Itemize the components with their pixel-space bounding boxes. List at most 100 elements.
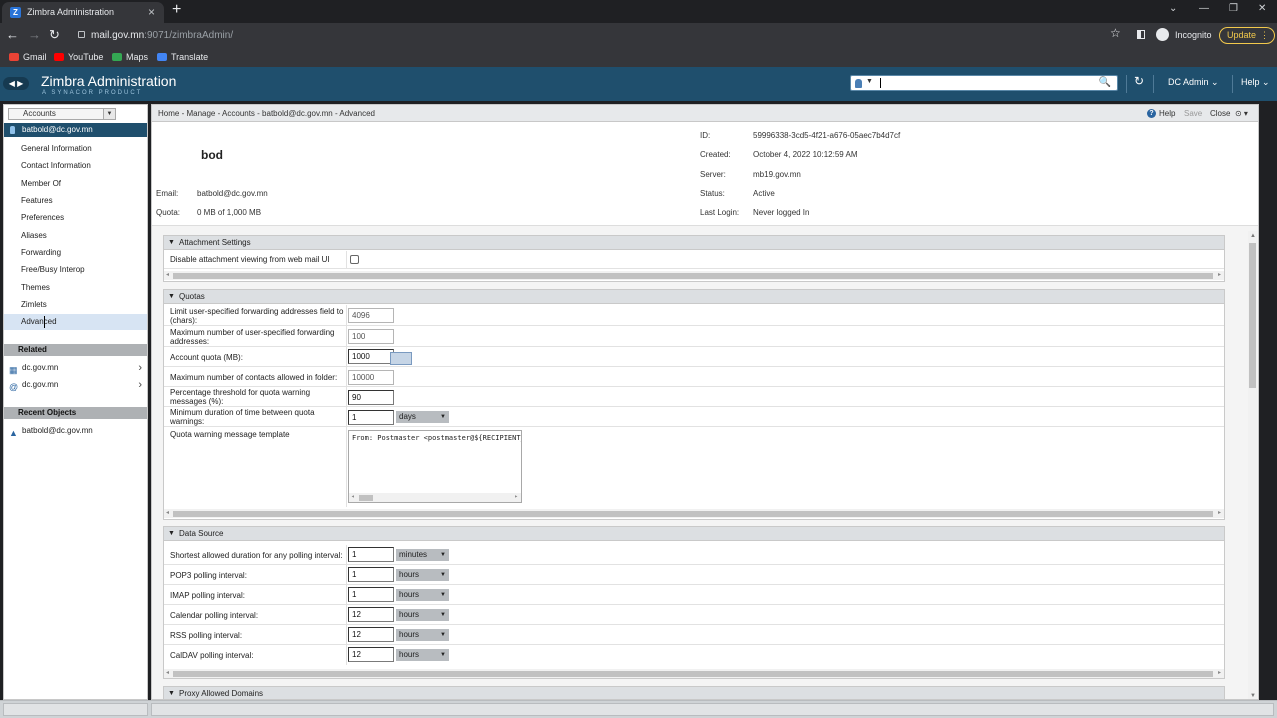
group-title: Quotas — [179, 292, 205, 301]
scroll-right-icon[interactable]: ▸ — [1218, 509, 1221, 516]
form-row: Account quota (MB): 1000 — [164, 347, 1224, 367]
max-contacts-input[interactable]: 10000 — [348, 370, 394, 385]
nav-member-of[interactable]: Member Of — [4, 176, 147, 192]
scrollbar-thumb[interactable] — [173, 671, 1213, 677]
scrollbar-thumb[interactable] — [359, 495, 373, 501]
help-menu[interactable]: Help ⌄ — [1241, 77, 1270, 88]
quota-warning-pct-input[interactable]: 90 — [348, 390, 394, 405]
nav-free-busy-interop[interactable]: Free/Busy Interop — [4, 262, 147, 278]
scrollbar-thumb[interactable] — [1249, 243, 1256, 388]
nav-general-information[interactable]: General Information — [4, 141, 147, 157]
bookmark-gmail[interactable]: Gmail — [9, 52, 47, 62]
rss-polling-input[interactable]: 12 — [348, 627, 394, 642]
new-tab-button[interactable]: + — [172, 1, 181, 19]
scroll-left-icon[interactable]: ◂ — [351, 493, 355, 500]
max-contacts-label: Maximum number of contacts allowed in fo… — [170, 373, 338, 382]
breadcrumb[interactable]: Home - Manage - Accounts - batbold@dc.go… — [158, 109, 375, 118]
nav-zimlets[interactable]: Zimlets — [4, 297, 147, 313]
pop3-polling-input[interactable]: 1 — [348, 567, 394, 582]
nav-forwarding[interactable]: Forwarding — [4, 245, 147, 261]
horizontal-scrollbar[interactable]: ◂ ▸ — [164, 669, 1224, 678]
nav-arrows-icon[interactable]: ◀ ▶ — [3, 77, 29, 90]
user-menu[interactable]: DC Admin ⌄ — [1168, 77, 1219, 88]
bookmark-youtube[interactable]: YouTube — [54, 52, 103, 62]
url-field[interactable]: mail.gov.mn:9071/zimbraAdmin/ — [72, 27, 1132, 44]
quotas-header[interactable]: ▼ Quotas — [164, 290, 1224, 304]
caldav-polling-unit-select[interactable]: hours ▼ — [396, 649, 449, 661]
attachment-settings-header[interactable]: ▼ Attachment Settings — [164, 236, 1224, 250]
forward-icon[interactable]: → — [28, 27, 41, 42]
calendar-polling-unit-select[interactable]: hours ▼ — [396, 609, 449, 621]
browser-tab[interactable]: Z Zimbra Administration × — [2, 2, 164, 23]
update-button[interactable]: Update ⋮ — [1219, 27, 1275, 44]
tab-close-icon[interactable]: × — [148, 5, 155, 19]
imap-polling-unit-select[interactable]: hours ▼ — [396, 589, 449, 601]
bookmark-translate[interactable]: Translate — [157, 52, 208, 62]
tab-search-icon[interactable]: ⌄ — [1169, 3, 1177, 14]
current-account[interactable]: batbold@dc.gov.mn — [4, 123, 147, 137]
search-icon[interactable]: 🔍 — [1099, 77, 1111, 88]
help-icon[interactable]: ? — [1147, 109, 1156, 118]
bookmark-maps[interactable]: Maps — [112, 52, 148, 62]
scroll-right-icon[interactable]: ▸ — [514, 493, 518, 500]
back-icon[interactable]: ← — [6, 27, 19, 42]
calendar-polling-input[interactable]: 12 — [348, 607, 394, 622]
minimize-icon[interactable]: — — [1199, 3, 1209, 14]
min-warning-duration-unit-select[interactable]: days ▼ — [396, 411, 449, 423]
horizontal-scrollbar[interactable]: ◂ ▸ — [164, 509, 1224, 518]
fwd-field-limit-input[interactable]: 4096 — [348, 308, 394, 323]
proxy-allowed-domains-header[interactable]: ▼ Proxy Allowed Domains — [164, 687, 1224, 699]
nav-features[interactable]: Features — [4, 193, 147, 209]
save-button[interactable]: Save — [1184, 109, 1202, 118]
text-cursor-icon — [44, 316, 46, 328]
refresh-icon[interactable]: ↻ — [1134, 74, 1144, 88]
reload-icon[interactable]: ↻ — [49, 27, 60, 43]
related-email-domain[interactable]: @ dc.gov.mn › — [4, 378, 147, 392]
vertical-scrollbar[interactable]: ▲ ▼ — [1248, 231, 1257, 699]
chevron-right-icon: › — [138, 362, 142, 374]
shortest-polling-input[interactable]: 1 — [348, 547, 394, 562]
rss-polling-unit-select[interactable]: hours ▼ — [396, 629, 449, 641]
min-warning-duration-input[interactable]: 1 — [348, 410, 394, 425]
bookmark-star-icon[interactable]: ☆ — [1110, 26, 1121, 40]
nav-contact-information[interactable]: Contact Information — [4, 158, 147, 174]
scroll-down-icon[interactable]: ▼ — [1250, 693, 1256, 699]
restore-icon[interactable]: ❐ — [1229, 3, 1238, 14]
close-menu-icon[interactable]: ⊙ ▾ — [1235, 109, 1248, 118]
search-input[interactable]: ▼ 🔍 — [850, 75, 1118, 91]
scroll-right-icon[interactable]: ▸ — [1218, 669, 1221, 676]
scroll-left-icon[interactable]: ◂ — [166, 271, 169, 278]
nav-advanced[interactable]: Advanced — [4, 314, 147, 330]
quota-warning-template-textarea[interactable]: From: Postmaster <postmaster@${RECIPIENT… — [348, 430, 522, 503]
chevron-down-icon[interactable]: ▼ — [103, 109, 115, 119]
nav-aliases[interactable]: Aliases — [4, 228, 147, 244]
window-close-icon[interactable]: ✕ — [1258, 3, 1266, 14]
account-name: bod — [201, 148, 223, 162]
recent-object[interactable]: ▲ batbold@dc.gov.mn — [4, 424, 147, 438]
scrollbar-thumb[interactable] — [173, 511, 1213, 517]
data-source-header[interactable]: ▼ Data Source — [164, 527, 1224, 541]
close-button[interactable]: Close — [1210, 109, 1230, 118]
account-quota-input[interactable]: 1000 — [348, 349, 394, 364]
person-icon[interactable] — [855, 79, 862, 88]
scrollbar-thumb[interactable] — [173, 273, 1213, 279]
accounts-selector[interactable]: Accounts ▼ — [8, 108, 116, 120]
scroll-right-icon[interactable]: ▸ — [1218, 271, 1221, 278]
shortest-polling-unit-select[interactable]: minutes ▼ — [396, 549, 449, 561]
horizontal-scrollbar[interactable]: ◂ ▸ — [349, 493, 521, 502]
max-fwd-addresses-input[interactable]: 100 — [348, 329, 394, 344]
related-domain[interactable]: ▦ dc.gov.mn › — [4, 361, 147, 375]
disable-attachment-checkbox[interactable] — [350, 255, 359, 264]
nav-preferences[interactable]: Preferences — [4, 210, 147, 226]
nav-themes[interactable]: Themes — [4, 280, 147, 296]
scroll-left-icon[interactable]: ◂ — [166, 669, 169, 676]
scroll-up-icon[interactable]: ▲ — [1250, 233, 1256, 239]
scroll-left-icon[interactable]: ◂ — [166, 509, 169, 516]
pop3-polling-unit-select[interactable]: hours ▼ — [396, 569, 449, 581]
search-type-dropdown-icon[interactable]: ▼ — [866, 78, 873, 85]
imap-polling-input[interactable]: 1 — [348, 587, 394, 602]
horizontal-scrollbar[interactable]: ◂ ▸ — [164, 271, 1224, 280]
side-panel-icon[interactable] — [1137, 30, 1145, 39]
caldav-polling-input[interactable]: 12 — [348, 647, 394, 662]
help-button[interactable]: Help — [1159, 109, 1175, 118]
